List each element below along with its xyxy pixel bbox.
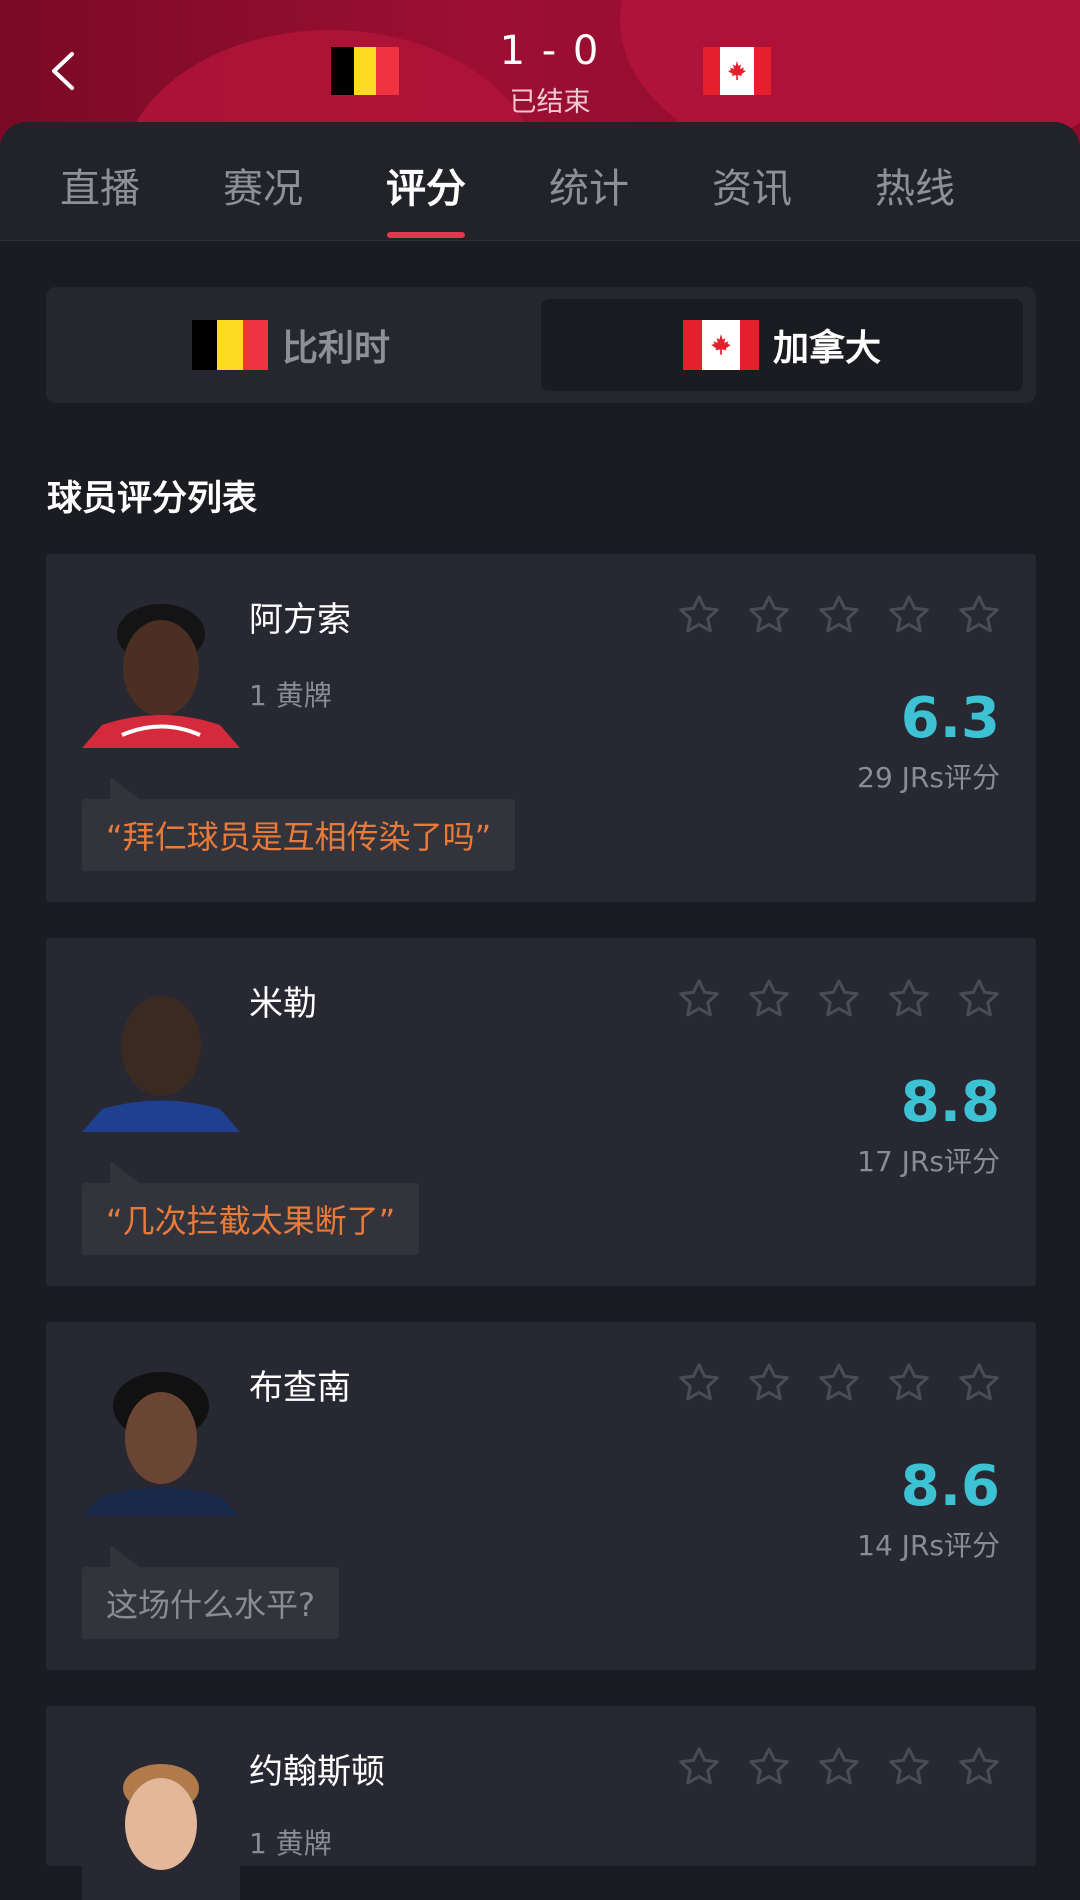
star-rating-input[interactable] <box>676 976 1002 1022</box>
rating-count: 17 JRs评分 <box>857 1145 1000 1178</box>
team-switcher: 比利时 加拿大 <box>46 287 1036 403</box>
star-icon[interactable] <box>746 976 792 1022</box>
canada-flag-icon <box>682 320 759 370</box>
player-name: 布查南 <box>249 1368 351 1408</box>
player-rating: 8.8 <box>900 1070 1000 1135</box>
player-card[interactable]: 约翰斯顿 1 黄牌 <box>46 1706 1036 1900</box>
star-icon[interactable] <box>676 976 722 1022</box>
player-avatar <box>82 590 240 748</box>
tab-ratings[interactable]: 评分 <box>366 156 486 214</box>
star-icon[interactable] <box>746 1744 792 1790</box>
tab-live[interactable]: 直播 <box>40 156 160 214</box>
star-icon[interactable] <box>956 1360 1002 1406</box>
team-button-belgium[interactable]: 比利时 <box>50 299 532 391</box>
player-avatar <box>82 1358 240 1516</box>
star-icon[interactable] <box>676 1744 722 1790</box>
player-rating: 6.3 <box>900 686 1000 751</box>
tab-match-situation[interactable]: 赛况 <box>203 156 323 214</box>
top-comment[interactable]: “拜仁球员是互相传染了吗” <box>82 777 516 871</box>
team-name: 加拿大 <box>772 328 881 369</box>
star-icon[interactable] <box>956 1744 1002 1790</box>
star-rating-input[interactable] <box>676 1744 1002 1790</box>
rating-count: 29 JRs评分 <box>857 761 1000 794</box>
canada-flag-icon <box>703 47 771 95</box>
star-icon[interactable] <box>886 1744 932 1790</box>
player-card[interactable]: 阿方索 1 黄牌 6.3 29 JRs评分 “拜仁球员是互相传染了吗” <box>46 554 1036 902</box>
star-icon[interactable] <box>816 1744 862 1790</box>
player-avatar <box>82 974 240 1132</box>
top-comment[interactable]: “几次拦截太果断了” <box>82 1161 420 1255</box>
match-score: 1 - 0 <box>499 28 601 74</box>
star-icon[interactable] <box>746 1360 792 1406</box>
rating-count: 14 JRs评分 <box>857 1529 1000 1562</box>
star-icon[interactable] <box>886 1360 932 1406</box>
star-icon[interactable] <box>816 592 862 638</box>
tab-news[interactable]: 资讯 <box>692 156 812 214</box>
match-status: 已结束 <box>509 87 591 118</box>
star-icon[interactable] <box>956 592 1002 638</box>
belgium-flag-icon <box>331 47 399 95</box>
tab-hotline[interactable]: 热线 <box>855 156 975 214</box>
player-name: 米勒 <box>249 984 317 1024</box>
player-name: 阿方索 <box>249 600 351 640</box>
player-card[interactable]: 米勒 8.8 17 JRs评分 “几次拦截太果断了” <box>46 938 1036 1286</box>
player-card-info: 1 黄牌 <box>249 679 332 712</box>
star-icon[interactable] <box>886 976 932 1022</box>
tab-stats[interactable]: 统计 <box>529 156 649 214</box>
star-icon[interactable] <box>676 592 722 638</box>
star-icon[interactable] <box>886 592 932 638</box>
player-card-info: 1 黄牌 <box>249 1827 332 1860</box>
star-icon[interactable] <box>956 976 1002 1022</box>
star-rating-input[interactable] <box>676 592 1002 638</box>
player-name: 约翰斯顿 <box>249 1752 385 1792</box>
belgium-flag-icon <box>191 320 268 370</box>
top-comment[interactable]: 这场什么水平? <box>82 1545 339 1639</box>
tab-bar: 直播 赛况 评分 统计 资讯 热线 <box>0 122 1080 241</box>
section-title: 球员评分列表 <box>47 479 258 519</box>
star-rating-input[interactable] <box>676 1360 1002 1406</box>
active-tab-indicator <box>387 232 465 238</box>
player-rating: 8.6 <box>900 1454 1000 1519</box>
team-button-canada[interactable]: 加拿大 <box>541 299 1023 391</box>
star-icon[interactable] <box>816 976 862 1022</box>
back-arrow-icon[interactable] <box>44 46 84 96</box>
star-icon[interactable] <box>746 592 792 638</box>
star-icon[interactable] <box>816 1360 862 1406</box>
team-name: 比利时 <box>281 328 390 369</box>
player-avatar <box>82 1742 240 1900</box>
star-icon[interactable] <box>676 1360 722 1406</box>
player-card[interactable]: 布查南 8.6 14 JRs评分 这场什么水平? <box>46 1322 1036 1670</box>
